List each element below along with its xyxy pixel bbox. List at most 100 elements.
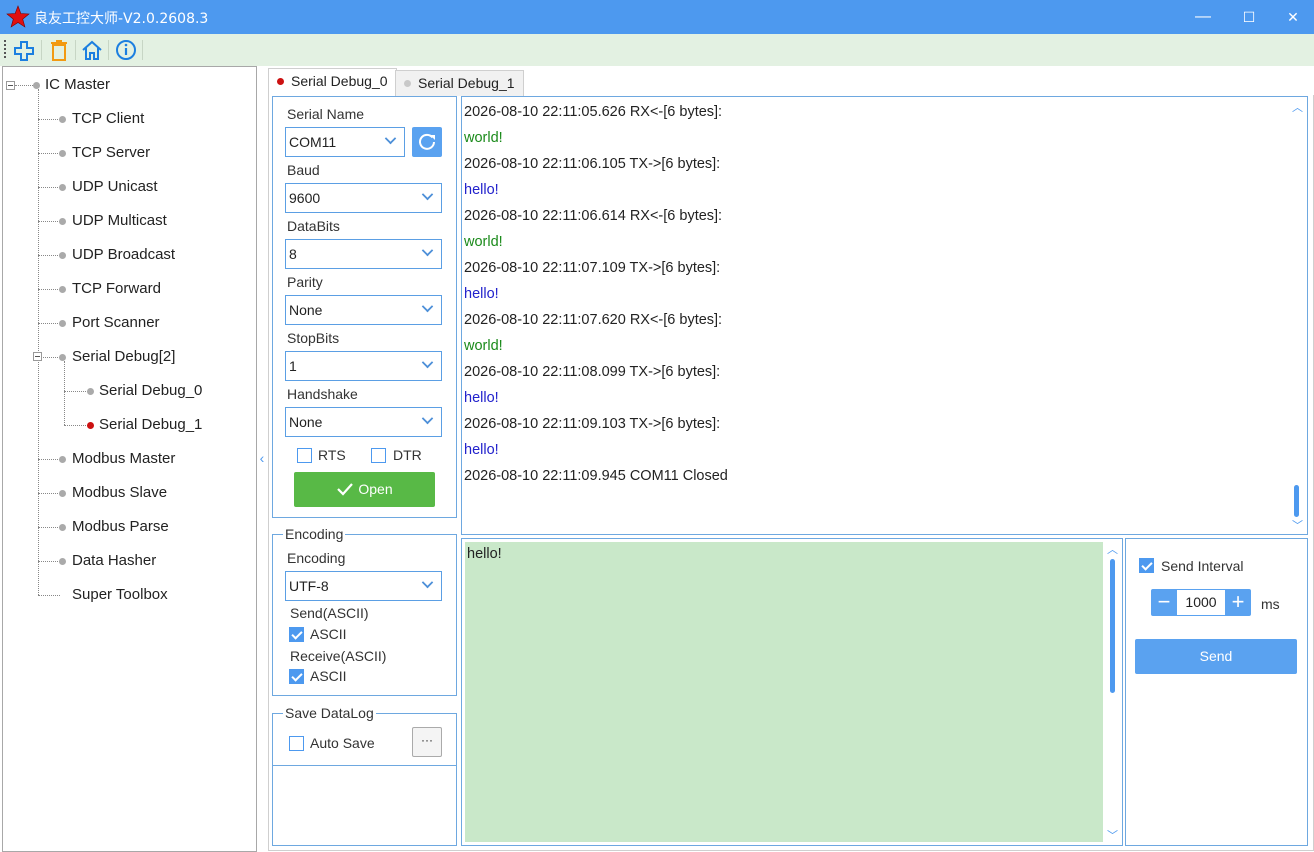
collapse-panel-button[interactable]: ‹ (257, 446, 267, 470)
tree-item-modbus-slave[interactable]: Modbus Slave (72, 482, 167, 504)
scroll-down-icon[interactable]: ﹀ (1292, 517, 1303, 533)
handshake-value: None (289, 414, 323, 430)
encoding-group-title: Encoding (283, 526, 346, 542)
stopbits-value: 1 (289, 358, 297, 374)
baud-select[interactable]: 9600 (285, 183, 442, 213)
tree-item-udp-broadcast[interactable]: UDP Broadcast (72, 244, 175, 266)
rts-checkbox[interactable] (297, 448, 312, 463)
tree-connector (38, 459, 60, 460)
tree-item-udp-multicast[interactable]: UDP Multicast (72, 210, 167, 232)
send-ascii-check-label: ASCII (310, 626, 347, 642)
scroll-up-icon[interactable]: ︿ (1107, 541, 1118, 557)
handshake-select[interactable]: None (285, 407, 442, 437)
parity-select[interactable]: None (285, 295, 442, 325)
tree-item-super-toolbox[interactable]: Super Toolbox (72, 584, 168, 606)
handshake-label: Handshake (287, 386, 358, 402)
auto-save-checkbox[interactable] (289, 736, 304, 751)
toolbar-grip[interactable] (4, 40, 6, 58)
toolbar-separator (41, 40, 42, 60)
tree-bullet (59, 354, 66, 361)
delete-icon[interactable] (47, 39, 71, 61)
log-line: 2026-08-10 22:11:05.626 RX<-[6 bytes]: (464, 104, 723, 120)
tab-serial-debug-1[interactable]: Serial Debug_1 (395, 70, 524, 96)
tree-item-serial-debug[interactable]: Serial Debug[2] (72, 346, 175, 368)
baud-label: Baud (287, 162, 320, 178)
tree-item-ic-master[interactable]: IC Master (45, 74, 110, 96)
tree-bullet (87, 388, 94, 395)
chevron-down-icon (421, 188, 434, 201)
tree-bullet (59, 150, 66, 157)
tree-item-tcp-server[interactable]: TCP Server (72, 142, 150, 164)
tree-expand-toggle[interactable] (6, 81, 15, 90)
parity-value: None (289, 302, 323, 318)
dtr-checkbox[interactable] (371, 448, 386, 463)
encoding-label: Encoding (287, 550, 346, 566)
tree-connector (38, 595, 60, 596)
open-button[interactable]: Open (294, 472, 435, 507)
send-button[interactable]: Send (1135, 639, 1297, 674)
stopbits-select[interactable]: 1 (285, 351, 442, 381)
log-line: 2026-08-10 22:11:06.105 TX->[6 bytes]: (464, 156, 721, 172)
decrement-button[interactable]: − (1151, 589, 1177, 616)
browse-button[interactable]: ··· (412, 727, 442, 757)
tree-item-modbus-master[interactable]: Modbus Master (72, 448, 175, 470)
add-icon[interactable] (12, 39, 36, 61)
tree-item-serial-debug-0[interactable]: Serial Debug_0 (99, 380, 202, 402)
tree-expand-toggle[interactable] (33, 352, 42, 361)
tree-item-tcp-forward[interactable]: TCP Forward (72, 278, 161, 300)
log-line: 2026-08-10 22:11:09.945 COM11 Closed (464, 468, 728, 484)
title-bar: 良友工控大师-V2.0.2608.3 — ☐ ✕ (0, 0, 1314, 34)
star-logo-icon (6, 5, 30, 28)
tree-item-port-scanner[interactable]: Port Scanner (72, 312, 160, 334)
tree-connector (38, 89, 39, 595)
log-line: world! (464, 338, 503, 354)
send-interval-checkbox[interactable] (1139, 558, 1154, 573)
tree-connector (64, 361, 65, 425)
log-line: world! (464, 130, 503, 146)
chevron-down-icon (421, 412, 434, 425)
minimize-button[interactable]: — (1180, 0, 1226, 34)
tree-item-modbus-parse[interactable]: Modbus Parse (72, 516, 169, 538)
chevron-down-icon (421, 244, 434, 257)
maximize-button[interactable]: ☐ (1226, 0, 1272, 34)
increment-button[interactable]: + (1225, 589, 1251, 616)
scroll-up-icon[interactable]: ︿ (1292, 99, 1303, 115)
refresh-button[interactable] (412, 127, 442, 157)
log-line: 2026-08-10 22:11:06.614 RX<-[6 bytes]: (464, 208, 723, 224)
tree-connector (38, 289, 60, 290)
receive-log[interactable]: 2026-08-10 22:11:05.626 RX<-[6 bytes]: wo… (461, 96, 1308, 535)
encoding-value: UTF-8 (289, 578, 329, 594)
open-label: Open (358, 481, 393, 497)
scroll-down-icon[interactable]: ﹀ (1107, 827, 1118, 843)
send-scrollbar[interactable] (1110, 559, 1115, 693)
info-icon[interactable] (114, 39, 138, 61)
tree-bullet (59, 286, 66, 293)
tab-bar: Serial Debug_0 Serial Debug_1 (268, 68, 1314, 96)
tab-serial-debug-0[interactable]: Serial Debug_0 (268, 68, 397, 96)
receive-ascii-checkbox[interactable] (289, 669, 304, 684)
close-button[interactable]: ✕ (1270, 0, 1314, 34)
divider (273, 765, 456, 766)
tree-bullet (59, 456, 66, 463)
tree-item-udp-unicast[interactable]: UDP Unicast (72, 176, 158, 198)
navigation-tree: IC Master TCP Client TCP Server UDP Unic… (2, 66, 257, 852)
log-scrollbar[interactable] (1294, 485, 1299, 517)
tree-item-data-hasher[interactable]: Data Hasher (72, 550, 156, 572)
tree-item-serial-debug-1[interactable]: Serial Debug_1 (99, 414, 202, 436)
home-icon[interactable] (80, 39, 104, 61)
interval-input[interactable]: 1000 (1177, 589, 1225, 616)
send-interval-label: Send Interval (1161, 558, 1244, 574)
serial-name-select[interactable]: COM11 (285, 127, 405, 157)
tree-bullet (59, 524, 66, 531)
tree-bullet (59, 320, 66, 327)
tree-bullet (59, 252, 66, 259)
chevron-down-icon (421, 356, 434, 369)
log-line: hello! (464, 442, 499, 458)
chevron-down-icon (421, 576, 434, 589)
send-textarea[interactable]: hello! (465, 542, 1103, 842)
send-ascii-checkbox[interactable] (289, 627, 304, 642)
encoding-select[interactable]: UTF-8 (285, 571, 442, 601)
window-title: 良友工控大师-V2.0.2608.3 (34, 11, 209, 27)
tree-item-tcp-client[interactable]: TCP Client (72, 108, 144, 130)
databits-select[interactable]: 8 (285, 239, 442, 269)
